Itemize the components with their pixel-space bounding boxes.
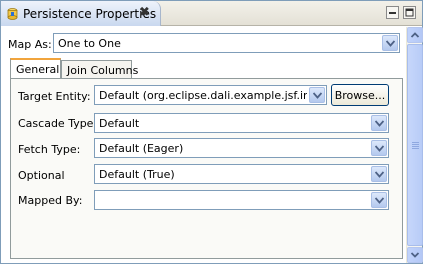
grip-line — [412, 146, 419, 147]
cascade-type-value: Default — [99, 117, 140, 130]
target-entity-label: Target Entity: — [18, 90, 91, 103]
vertical-scrollbar[interactable] — [406, 27, 423, 263]
chevron-down-icon[interactable] — [371, 166, 387, 182]
browse-button[interactable]: Browse... — [331, 84, 389, 106]
persistence-icon — [7, 8, 18, 20]
chevron-up-icon — [410, 32, 420, 38]
tab-join-columns-label: Join Columns — [67, 64, 139, 77]
chevron-down-icon[interactable] — [371, 115, 387, 131]
tab-general[interactable]: General — [10, 58, 61, 80]
fetch-type-label: Fetch Type: — [18, 143, 81, 156]
grip-line — [412, 144, 419, 145]
view-tab-bar: Persistence Properties ✖ — [1, 1, 422, 26]
optional-combo[interactable]: Default (True) — [94, 164, 389, 184]
chevron-down-icon[interactable] — [371, 192, 387, 208]
target-entity-combo[interactable]: Default (org.eclipse.dali.example.jsf.in… — [94, 85, 327, 105]
tab-general-label: General — [16, 63, 60, 76]
chevron-down-icon[interactable] — [309, 87, 325, 103]
mapped-by-label: Mapped By: — [18, 194, 83, 207]
scroll-down-button[interactable] — [407, 247, 423, 263]
maximize-icon[interactable] — [403, 6, 416, 19]
properties-content: Map As: One to One General Join Columns … — [2, 27, 406, 263]
chevron-down-icon[interactable] — [382, 35, 398, 51]
optional-value: Default (True) — [99, 168, 175, 181]
chevron-down-icon[interactable] — [371, 140, 387, 156]
close-icon[interactable]: ✖ — [139, 5, 150, 20]
map-as-combo[interactable]: One to One — [53, 33, 400, 53]
map-as-label: Map As: — [8, 38, 52, 51]
map-as-value: One to One — [58, 37, 121, 50]
cascade-type-combo[interactable]: Default — [94, 113, 389, 133]
target-entity-value: Default (org.eclipse.dali.example.jsf.in… — [99, 89, 307, 102]
chevron-down-icon — [410, 252, 420, 258]
cascade-type-label: Cascade Type: — [18, 117, 98, 130]
tab-join-columns[interactable]: Join Columns — [61, 60, 138, 80]
scroll-thumb[interactable] — [407, 44, 423, 246]
view-title: Persistence Properties — [23, 7, 157, 21]
grip-line — [412, 142, 419, 143]
grip-line — [412, 148, 419, 149]
optional-label: Optional — [18, 169, 65, 182]
persistence-properties-view: Persistence Properties ✖ Map As: One to … — [0, 0, 423, 264]
scroll-up-button[interactable] — [407, 27, 423, 43]
mapped-by-combo[interactable] — [94, 190, 389, 210]
view-tab-persistence-properties[interactable]: Persistence Properties ✖ — [1, 1, 161, 26]
minimize-icon[interactable] — [386, 6, 399, 19]
fetch-type-value: Default (Eager) — [99, 142, 184, 155]
fetch-type-combo[interactable]: Default (Eager) — [94, 138, 389, 158]
